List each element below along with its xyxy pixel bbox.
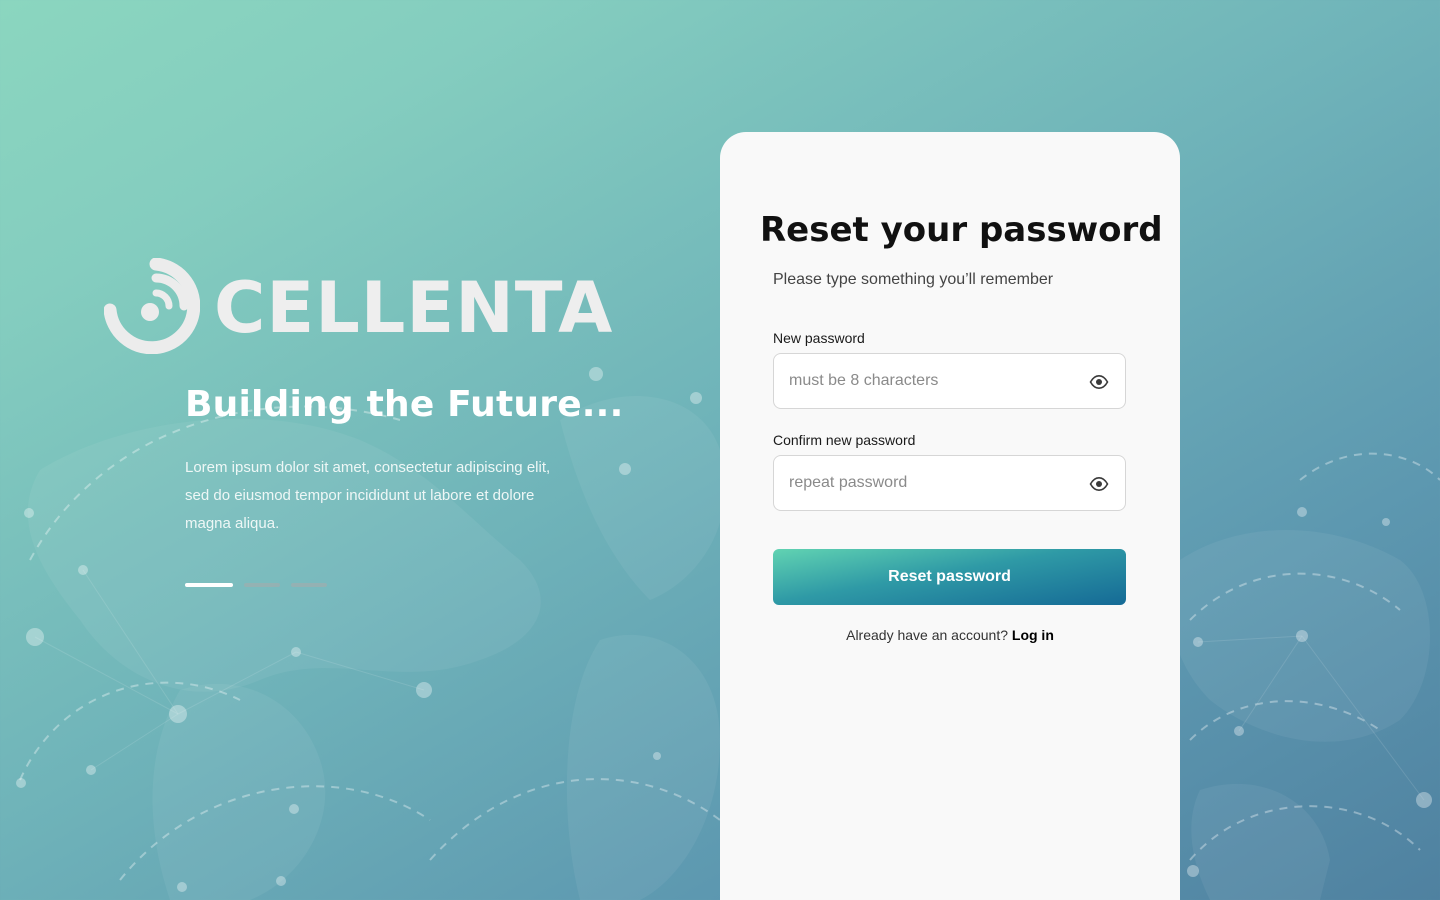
cellenta-signal-logo-icon <box>104 258 200 354</box>
carousel-dot-2[interactable] <box>244 583 280 587</box>
confirm-password-field <box>773 455 1126 511</box>
form-subtitle: Please type something you’ll remember <box>773 271 1054 288</box>
carousel-dot-1[interactable] <box>185 583 233 587</box>
login-prompt-text: Already have an account? <box>846 627 1008 643</box>
brand-logo: CELLENTA <box>104 258 612 358</box>
hero-title: Building the Future... <box>185 384 624 425</box>
new-password-input[interactable] <box>789 354 1079 408</box>
eye-icon[interactable] <box>1089 372 1109 392</box>
reset-password-card: Reset your password Please type somethin… <box>720 132 1180 900</box>
reset-password-button[interactable]: Reset password <box>773 549 1126 605</box>
carousel-indicators <box>185 583 327 587</box>
new-password-label: New password <box>773 330 865 346</box>
brand-wordmark: CELLENTA <box>214 267 614 349</box>
confirm-password-label: Confirm new password <box>773 432 916 448</box>
login-prompt: Already have an account? Log in <box>720 627 1180 643</box>
eye-icon[interactable] <box>1089 474 1109 494</box>
new-password-field <box>773 353 1126 409</box>
hero-description: Lorem ipsum dolor sit amet, consectetur … <box>185 459 551 532</box>
confirm-password-input[interactable] <box>789 456 1079 510</box>
carousel-dot-3[interactable] <box>291 583 327 587</box>
login-link[interactable]: Log in <box>1012 627 1054 643</box>
form-title: Reset your password <box>760 210 1163 250</box>
